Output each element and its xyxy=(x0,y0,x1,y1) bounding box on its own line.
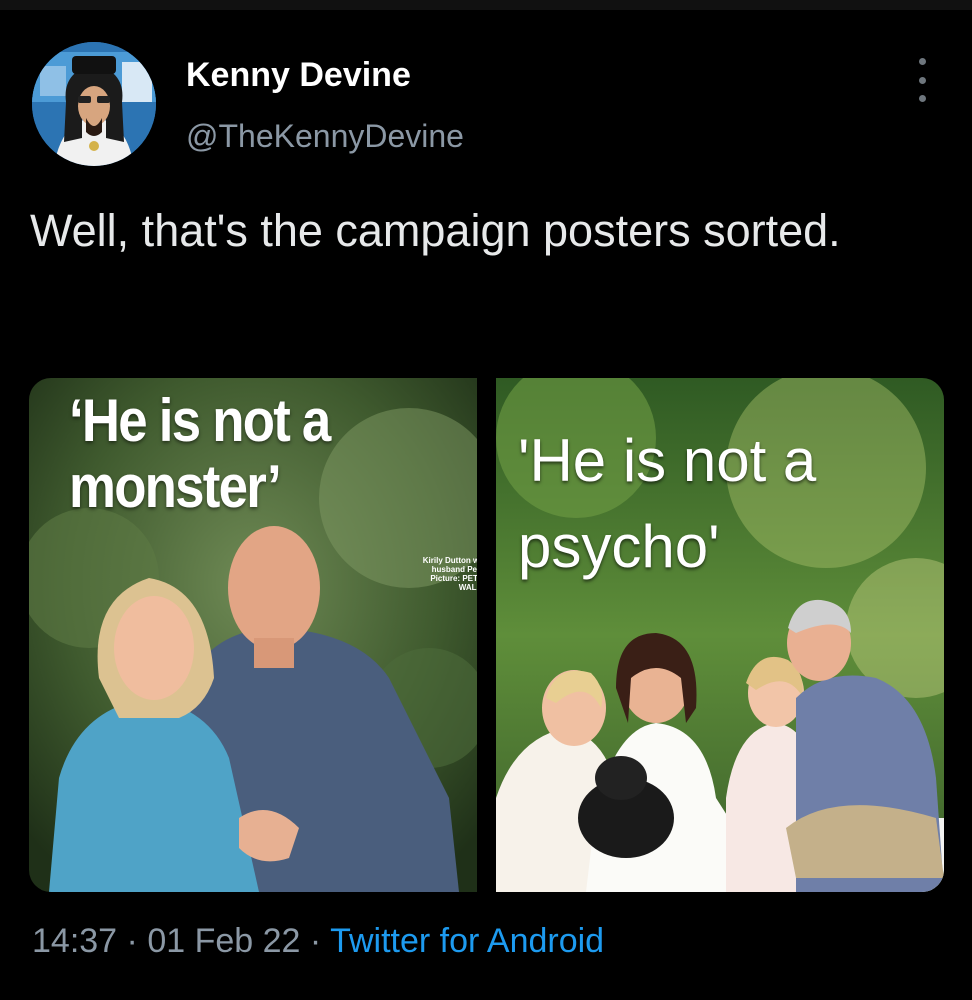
left-headline-line2: monster’ xyxy=(69,453,282,520)
dot xyxy=(918,95,926,102)
right-headline-line2: psycho' xyxy=(518,513,720,580)
dot xyxy=(918,58,926,65)
right-headline: 'He is not a psycho' xyxy=(518,418,816,590)
more-options-icon[interactable] xyxy=(906,58,938,102)
top-divider xyxy=(0,0,972,10)
meta-separator: · xyxy=(126,922,138,960)
tweet-time[interactable]: 14:37 xyxy=(32,922,117,960)
tweet-client-link[interactable]: Twitter for Android xyxy=(330,922,604,960)
left-headline: ‘He is not a monster’ xyxy=(69,387,331,520)
author-name[interactable]: Kenny Devine xyxy=(186,56,411,95)
tweet-date[interactable]: 01 Feb 22 xyxy=(147,922,300,960)
tweet-meta: 14:37 · 01 Feb 22 · Twitter for Android xyxy=(32,922,604,961)
tweet-photo-right[interactable]: 'He is not a psycho' xyxy=(496,378,944,892)
author-avatar[interactable] xyxy=(32,42,156,166)
right-headline-line1: 'He is not a xyxy=(518,427,817,494)
dot xyxy=(918,76,926,84)
author-handle[interactable]: @TheKennyDevine xyxy=(186,118,464,155)
meta-separator: · xyxy=(309,922,322,960)
photo-caption: Kirily Dutton with husband Peter. Pictur… xyxy=(422,556,477,592)
tweet-text: Well, that's the campaign posters sorted… xyxy=(30,205,841,256)
avatar-image xyxy=(32,42,156,166)
tweet-photo-left[interactable]: ‘He is not a monster’ Kirily Dutton with… xyxy=(29,378,477,892)
left-headline-line1: ‘He is not a xyxy=(69,387,331,454)
